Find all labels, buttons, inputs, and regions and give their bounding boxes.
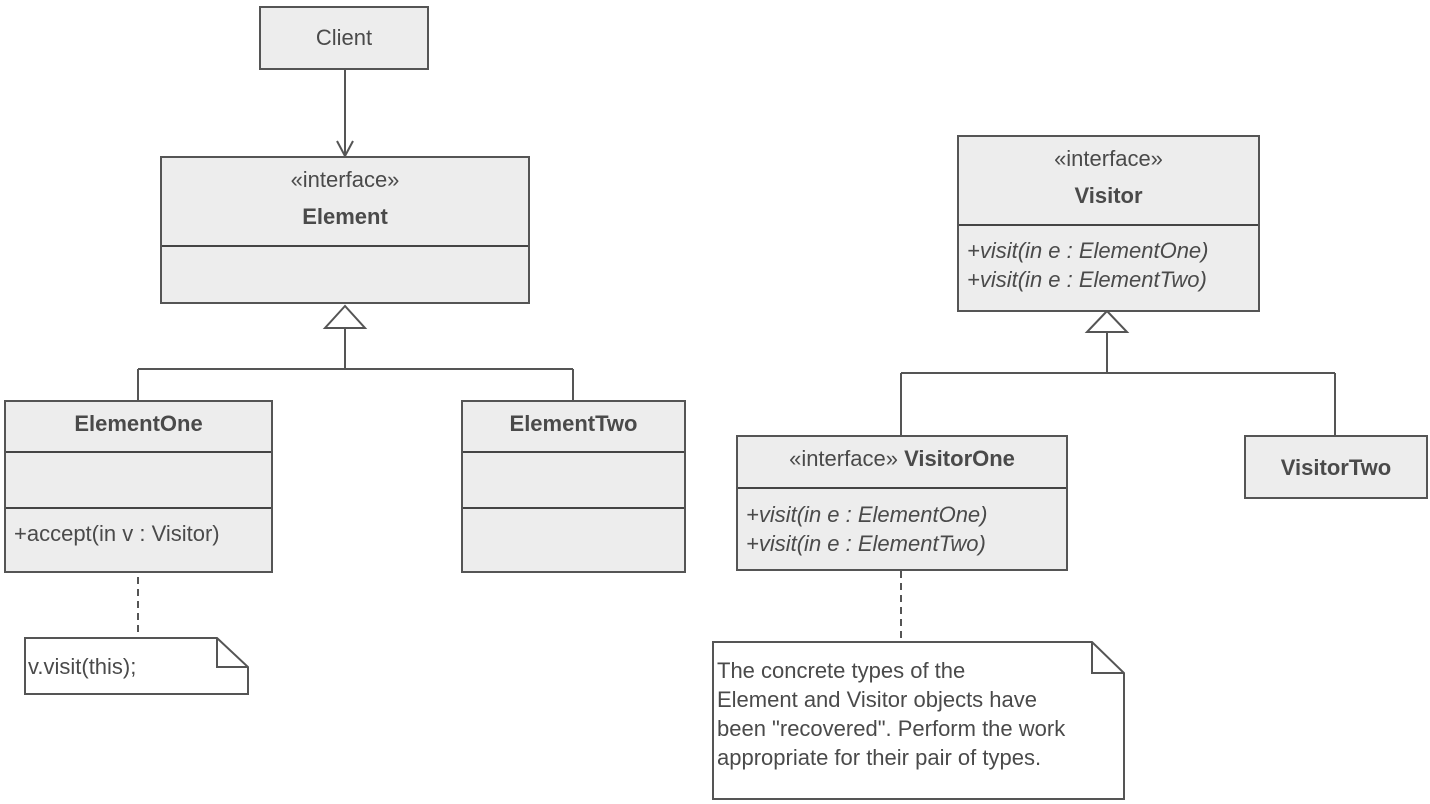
class-visitor-two[interactable]: VisitorTwo — [1244, 435, 1428, 499]
operation: +visit(in e : ElementTwo) — [746, 531, 986, 556]
operation: +visit(in e : ElementOne) — [746, 502, 988, 527]
class-name: Element — [302, 204, 388, 229]
operations-compartment — [463, 507, 684, 571]
operations-compartment: +accept(in v : Visitor) — [6, 507, 271, 571]
note-visitor[interactable]: The concrete types of the Element and Vi… — [712, 641, 1125, 800]
stereotype-label: «interface» — [789, 446, 898, 471]
note-text: The concrete types of the Element and Vi… — [717, 658, 1066, 770]
attributes-compartment — [162, 245, 528, 302]
generalization-triangle-icon — [322, 304, 368, 329]
class-name: VisitorTwo — [1280, 455, 1392, 480]
class-element-two[interactable]: ElementTwo — [461, 400, 686, 573]
operations-compartment: +visit(in e : ElementOne) +visit(in e : … — [959, 224, 1258, 310]
operation: +visit(in e : ElementTwo) — [967, 267, 1207, 292]
class-client[interactable]: Client — [259, 6, 429, 70]
stereotype-label: «interface» — [1054, 146, 1163, 171]
class-name: ElementOne — [74, 411, 203, 436]
stereotype-label: «interface» — [290, 167, 400, 192]
class-name: Client — [315, 25, 373, 50]
attributes-compartment — [463, 451, 684, 507]
note-accept[interactable]: v.visit(this); — [24, 637, 249, 695]
class-header: «interface» VisitorOne — [738, 446, 1066, 472]
class-element-one[interactable]: ElementOne +accept(in v : Visitor) — [4, 400, 273, 573]
attributes-compartment — [6, 451, 271, 507]
anchor-tip-icon — [134, 694, 142, 695]
class-visitor[interactable]: «interface» Visitor +visit(in e : Elemen… — [957, 135, 1260, 312]
class-element[interactable]: «interface» Element — [160, 156, 530, 304]
operation: +visit(in e : ElementOne) — [967, 238, 1209, 263]
operations-compartment: +visit(in e : ElementOne) +visit(in e : … — [738, 487, 1066, 569]
note-text: v.visit(this); — [28, 654, 137, 679]
class-name: VisitorOne — [904, 446, 1015, 471]
operation: +accept(in v : Visitor) — [14, 521, 220, 546]
class-visitor-one[interactable]: «interface» VisitorOne +visit(in e : Ele… — [736, 435, 1068, 571]
class-name: ElementTwo — [509, 411, 638, 436]
generalization-triangle-icon — [1084, 309, 1130, 333]
class-name: Visitor — [1074, 183, 1143, 208]
